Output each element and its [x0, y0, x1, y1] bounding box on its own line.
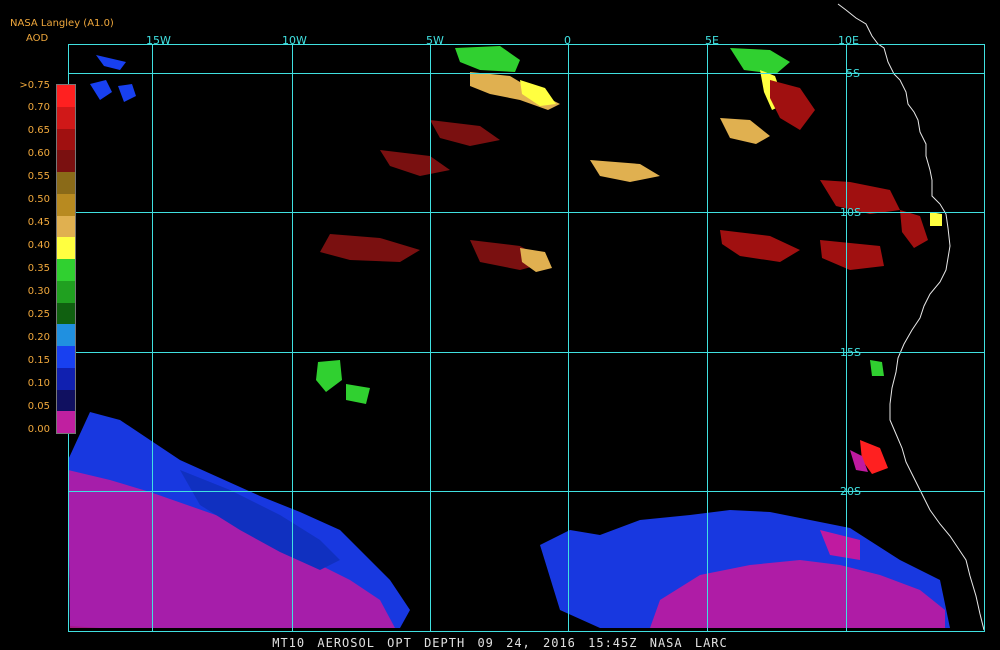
- source-title: NASA Langley (A1.0): [10, 18, 114, 29]
- lat-label: 5S: [846, 67, 860, 80]
- lon-label: 5W: [426, 34, 444, 47]
- legend-tick: 0.50: [27, 194, 50, 205]
- legend-tick: 0.35: [27, 263, 50, 274]
- legend-tick: 0.55: [27, 171, 50, 182]
- lat-label: 20S: [840, 485, 861, 498]
- legend-tick: >0.75: [19, 80, 50, 91]
- legend-swatch: [57, 150, 75, 173]
- legend-swatch: [57, 367, 75, 390]
- lat-label: 15S: [840, 346, 861, 359]
- legend-tick: 0.25: [27, 309, 50, 320]
- product-code: MT10: [272, 636, 306, 650]
- lon-label: 10E: [838, 34, 859, 47]
- lon-label: 15W: [146, 34, 171, 47]
- legend-swatch: [57, 259, 75, 281]
- legend-swatch: [57, 324, 75, 347]
- lat-label: 10S: [840, 206, 861, 219]
- legend-tick: 0.45: [27, 217, 50, 228]
- lon-label: 5E: [705, 34, 719, 47]
- legend-swatch: [57, 106, 75, 129]
- legend-swatch: [57, 128, 75, 151]
- variable-name: AOD: [26, 33, 49, 44]
- product-footer: MT10 AEROSOL OPT DEPTH 09 24, 2016 15:45…: [0, 636, 1000, 650]
- low-aod-regions: [68, 55, 950, 628]
- legend-swatch: [57, 237, 75, 260]
- latitude-labels: 5S 10S 15S 20S: [840, 67, 861, 498]
- legend-tick: 0.40: [27, 240, 50, 251]
- legend-swatch: [57, 346, 75, 368]
- legend-tick: 0.05: [27, 401, 50, 412]
- legend-tick: 0.00: [27, 424, 50, 435]
- legend-tick: 0.10: [27, 378, 50, 389]
- legend-tick: 0.60: [27, 148, 50, 159]
- lon-label: 10W: [282, 34, 307, 47]
- legend-tick: 0.15: [27, 355, 50, 366]
- legend-tick: 0.20: [27, 332, 50, 343]
- legend-swatch: [57, 302, 75, 325]
- lon-label: 0: [564, 34, 571, 47]
- legend-swatch: [57, 172, 75, 194]
- datetime: 09 24, 2016 15:45Z: [477, 636, 638, 650]
- legend-swatch: [57, 85, 75, 107]
- data-source: NASA LARC: [649, 636, 728, 650]
- high-aod-patches: [316, 46, 942, 474]
- legend-swatch: [57, 411, 75, 434]
- color-scale-bar: [56, 84, 76, 434]
- legend-tick: 0.65: [27, 125, 50, 136]
- legend-tick: 0.30: [27, 286, 50, 297]
- legend-swatch: [57, 215, 75, 238]
- legend-swatch: [57, 389, 75, 412]
- aod-map: 15W 10W 5W 0 5E 10E 5S 10S 15S 20S: [68, 3, 985, 632]
- legend-swatch: [57, 193, 75, 216]
- longitude-labels: 15W 10W 5W 0 5E 10E: [146, 34, 859, 47]
- legend-tick: 0.70: [27, 102, 50, 113]
- field-name: AEROSOL OPT DEPTH: [317, 636, 466, 650]
- legend-swatch: [57, 280, 75, 303]
